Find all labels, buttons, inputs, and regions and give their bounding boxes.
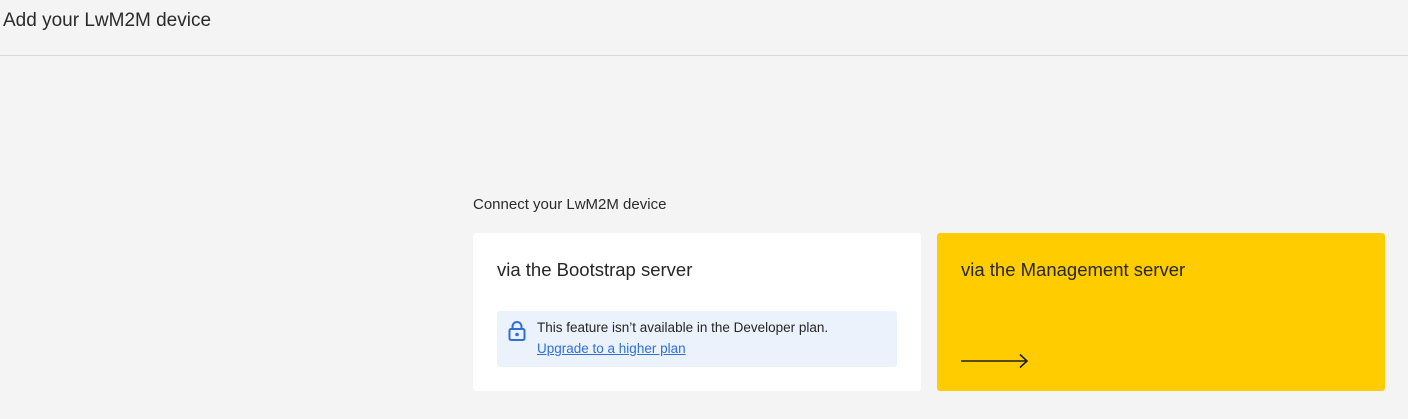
management-server-option[interactable]: via the Management server (937, 233, 1385, 391)
section-label: Connect your LwM2M device (473, 196, 667, 213)
lock-icon (508, 321, 526, 341)
plan-restriction-notice: This feature isn’t available in the Deve… (497, 311, 897, 367)
notice-text: This feature isn’t available in the Deve… (537, 320, 829, 335)
bootstrap-server-option: via the Bootstrap server This feature is… (473, 233, 921, 391)
upgrade-plan-link[interactable]: Upgrade to a higher plan (537, 340, 686, 358)
page-title: Add your LwM2M device (3, 10, 212, 31)
management-option-title: via the Management server (961, 259, 1186, 280)
page-header: Add your LwM2M device (0, 0, 1408, 56)
bootstrap-option-title: via the Bootstrap server (497, 259, 693, 280)
arrow-right-icon (961, 353, 1029, 369)
